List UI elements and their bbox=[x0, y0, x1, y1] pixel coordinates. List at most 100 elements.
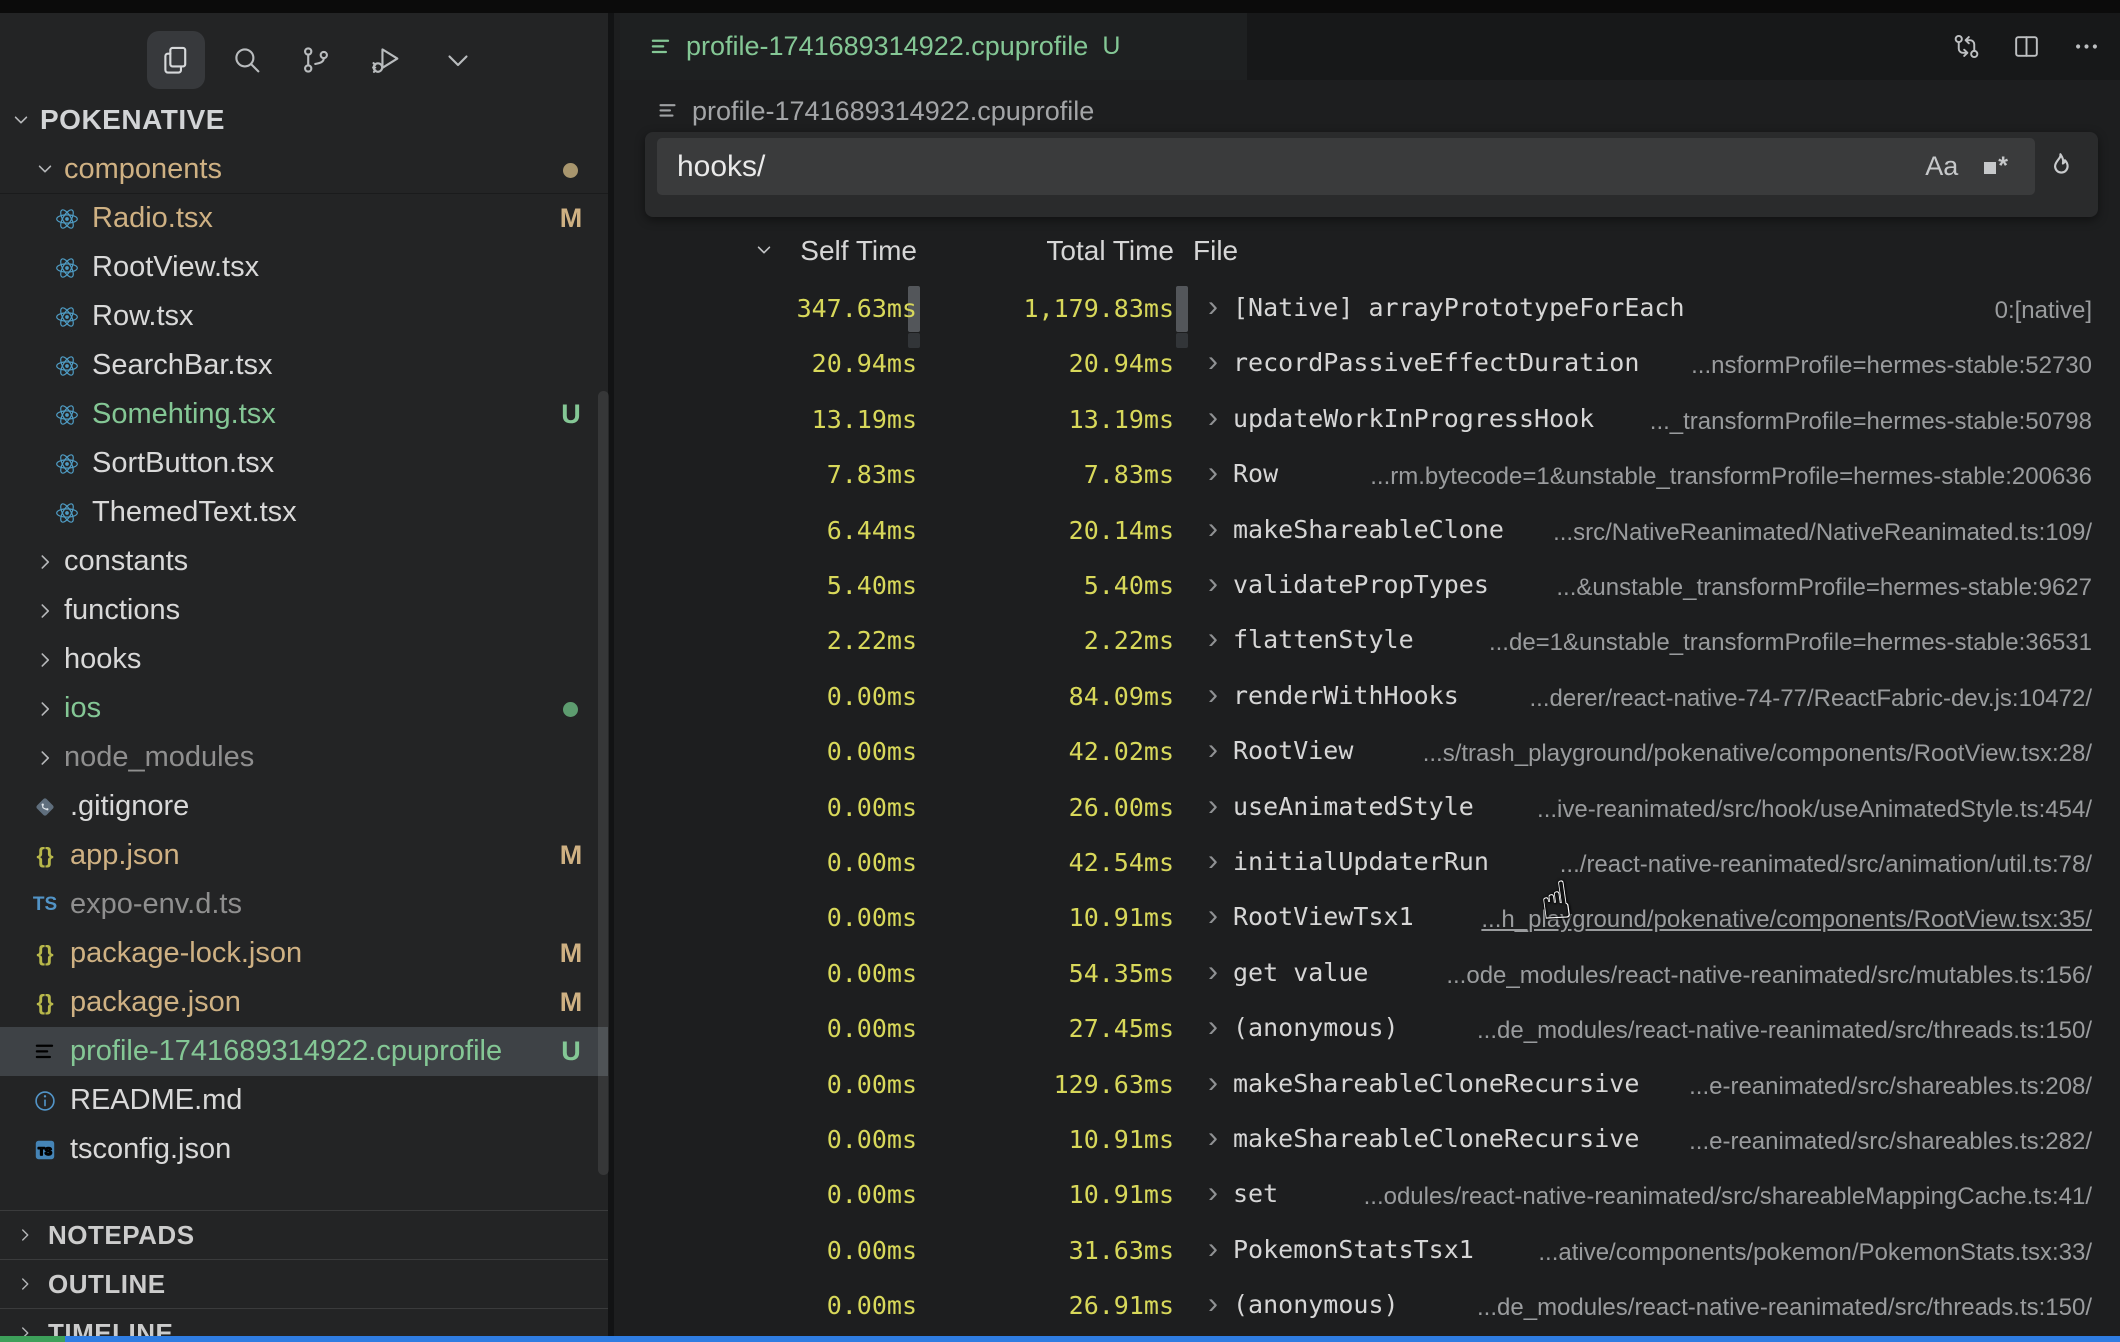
tree-item-sortbutton-tsx[interactable]: SortButton.tsx bbox=[0, 439, 608, 488]
file-location-link[interactable]: ...e-reanimated/src/shareables.ts:282/ bbox=[1689, 1128, 2092, 1156]
tree-item-readme-md[interactable]: README.md bbox=[0, 1076, 608, 1125]
expand-chevron-right-icon[interactable]: › bbox=[1208, 1176, 1218, 1210]
tree-item-functions[interactable]: functions bbox=[0, 586, 608, 635]
expand-chevron-right-icon[interactable]: › bbox=[1208, 401, 1218, 435]
expand-chevron-right-icon[interactable]: › bbox=[1208, 1010, 1218, 1044]
file-location-link[interactable]: ...derer/react-native-74-77/ReactFabric-… bbox=[1530, 685, 2093, 713]
profile-row[interactable]: 0.00ms42.02ms›RootView...s/trash_playgro… bbox=[620, 727, 2120, 783]
match-case-toggle[interactable]: Aa bbox=[1925, 151, 1958, 182]
file-location-link[interactable]: ...odules/react-native-reanimated/src/sh… bbox=[1364, 1183, 2092, 1211]
file-location-link[interactable]: ...s/trash_playground/pokenative/compone… bbox=[1423, 740, 2092, 768]
more-actions-button[interactable] bbox=[2060, 21, 2112, 73]
profile-row[interactable]: 7.83ms7.83ms›Row...rm.bytecode=1&unstabl… bbox=[620, 450, 2120, 506]
tree-item-expo-env-d-ts[interactable]: TSexpo-env.d.ts bbox=[0, 880, 608, 929]
activity-debug-button[interactable] bbox=[357, 31, 415, 89]
profile-row[interactable]: 5.40ms5.40ms›validatePropTypes...&unstab… bbox=[620, 561, 2120, 617]
profile-row[interactable]: 0.00ms27.45ms›(anonymous)...de_modules/r… bbox=[620, 1004, 2120, 1060]
tree-item-radio-tsx[interactable]: Radio.tsxM bbox=[0, 194, 608, 243]
regex-toggle[interactable]: * bbox=[1984, 152, 2009, 181]
tree-item-themedtext-tsx[interactable]: ThemedText.tsx bbox=[0, 488, 608, 537]
tree-item-ios[interactable]: ios bbox=[0, 684, 608, 733]
expand-chevron-right-icon[interactable]: › bbox=[1208, 456, 1218, 490]
profile-row[interactable]: 0.00ms54.35ms›get value...ode_modules/re… bbox=[620, 949, 2120, 1005]
column-header-file[interactable]: File bbox=[1193, 235, 1238, 267]
profile-row[interactable]: 0.00ms84.09ms›renderWithHooks...derer/re… bbox=[620, 672, 2120, 728]
file-location-link[interactable]: ..._transformProfile=hermes-stable:50798 bbox=[1650, 408, 2092, 436]
file-location-link[interactable]: 0:[native] bbox=[1995, 297, 2092, 325]
tree-item-package-lock-json[interactable]: {}package-lock.jsonM bbox=[0, 929, 608, 978]
tree-item-somehting-tsx[interactable]: Somehting.tsxU bbox=[0, 390, 608, 439]
tree-item-searchbar-tsx[interactable]: SearchBar.tsx bbox=[0, 341, 608, 390]
search-input[interactable]: hooks/ Aa * bbox=[657, 138, 2035, 195]
expand-chevron-right-icon[interactable]: › bbox=[1208, 789, 1218, 823]
tree-item--gitignore[interactable]: .gitignore bbox=[0, 782, 608, 831]
profile-row[interactable]: 6.44ms20.14ms›makeShareableClone...src/N… bbox=[620, 506, 2120, 562]
flame-graph-button[interactable] bbox=[2036, 142, 2084, 190]
expand-chevron-right-icon[interactable]: › bbox=[1208, 512, 1218, 546]
panel-header-outline[interactable]: OUTLINE bbox=[0, 1259, 608, 1308]
function-name: recordPassiveEffectDuration bbox=[1233, 348, 1639, 377]
column-header-total-time[interactable]: Total Time bbox=[920, 235, 1174, 267]
file-location-link[interactable]: .../react-native-reanimated/src/animatio… bbox=[1560, 851, 2092, 879]
expand-chevron-right-icon[interactable]: › bbox=[1208, 899, 1218, 933]
tree-item-constants[interactable]: constants bbox=[0, 537, 608, 586]
file-location-link[interactable]: ...de_modules/react-native-reanimated/sr… bbox=[1477, 1294, 2092, 1322]
file-location-link[interactable]: ...de_modules/react-native-reanimated/sr… bbox=[1477, 1017, 2092, 1045]
profile-row[interactable]: 0.00ms26.00ms›useAnimatedStyle...ive-rea… bbox=[620, 783, 2120, 839]
expand-chevron-right-icon[interactable]: › bbox=[1208, 567, 1218, 601]
activity-search-button[interactable] bbox=[218, 31, 276, 89]
profile-row[interactable]: 20.94ms20.94ms›recordPassiveEffectDurati… bbox=[620, 339, 2120, 395]
tree-item-hooks[interactable]: hooks bbox=[0, 635, 608, 684]
file-location-link[interactable]: ...de=1&unstable_transformProfile=hermes… bbox=[1489, 629, 2092, 657]
activity-chevron-down-button[interactable] bbox=[429, 31, 487, 89]
profile-row[interactable]: 2.22ms2.22ms›flattenStyle...de=1&unstabl… bbox=[620, 616, 2120, 672]
activity-source-control-button[interactable] bbox=[287, 31, 345, 89]
expand-chevron-right-icon[interactable]: › bbox=[1208, 733, 1218, 767]
expand-chevron-right-icon[interactable]: › bbox=[1208, 844, 1218, 878]
expand-chevron-right-icon[interactable]: › bbox=[1208, 955, 1218, 989]
tree-item-tsconfig-json[interactable]: TStsconfig.json bbox=[0, 1125, 608, 1174]
svg-text:TS: TS bbox=[38, 1145, 52, 1157]
tree-item-package-json[interactable]: {}package.jsonM bbox=[0, 978, 608, 1027]
file-location-link[interactable]: ...ode_modules/react-native-reanimated/s… bbox=[1446, 962, 2092, 990]
profile-row[interactable]: 13.19ms13.19ms›updateWorkInProgressHook.… bbox=[620, 395, 2120, 451]
expand-chevron-right-icon[interactable]: › bbox=[1208, 1121, 1218, 1155]
profile-row[interactable]: 0.00ms31.63ms›PokemonStatsTsx1...ative/c… bbox=[620, 1226, 2120, 1282]
profile-row[interactable]: 0.00ms10.91ms›makeShareableCloneRecursiv… bbox=[620, 1115, 2120, 1171]
file-location-link[interactable]: ...&unstable_transformProfile=hermes-sta… bbox=[1556, 574, 2092, 602]
file-location-link[interactable]: ...ative/components/pokemon/PokemonStats… bbox=[1538, 1239, 2092, 1267]
tree-item-row-tsx[interactable]: Row.tsx bbox=[0, 292, 608, 341]
expand-chevron-right-icon[interactable]: › bbox=[1208, 345, 1218, 379]
profile-row[interactable]: 347.63ms1,179.83ms›[Native] arrayPrototy… bbox=[620, 284, 2120, 340]
file-location-link[interactable]: ...e-reanimated/src/shareables.ts:208/ bbox=[1689, 1073, 2092, 1101]
tree-item-node-modules[interactable]: node_modules bbox=[0, 733, 608, 782]
sidebar-scrollbar[interactable] bbox=[598, 391, 609, 1175]
profile-row[interactable]: 0.00ms10.91ms›set...odules/react-native-… bbox=[620, 1170, 2120, 1226]
tree-item-components[interactable]: components bbox=[0, 145, 608, 194]
split-editor-button[interactable] bbox=[2000, 21, 2052, 73]
expand-chevron-right-icon[interactable]: › bbox=[1208, 1232, 1218, 1266]
expand-chevron-right-icon[interactable]: › bbox=[1208, 678, 1218, 712]
profile-row[interactable]: 0.00ms26.91ms›(anonymous)...de_modules/r… bbox=[620, 1281, 2120, 1337]
project-header[interactable]: POKENATIVE bbox=[0, 98, 608, 142]
file-location-link[interactable]: ...nsformProfile=hermes-stable:52730 bbox=[1691, 352, 2092, 380]
activity-files-button[interactable] bbox=[147, 31, 205, 89]
expand-chevron-right-icon[interactable]: › bbox=[1208, 1066, 1218, 1100]
file-location-link[interactable]: ...rm.bytecode=1&unstable_transformProfi… bbox=[1370, 463, 2092, 491]
tree-item-profile-1741689314922-cpuprofile[interactable]: profile-1741689314922.cpuprofileU bbox=[0, 1027, 608, 1076]
profile-row[interactable]: 0.00ms129.63ms›makeShareableCloneRecursi… bbox=[620, 1060, 2120, 1116]
profile-row[interactable]: 0.00ms10.91ms›RootViewTsx1...h_playgroun… bbox=[620, 893, 2120, 949]
panel-header-notepads[interactable]: NOTEPADS bbox=[0, 1210, 608, 1259]
column-header-self-time[interactable]: Self Time bbox=[620, 235, 917, 267]
profile-row[interactable]: 0.00ms42.54ms›initialUpdaterRun.../react… bbox=[620, 838, 2120, 894]
vscode-window: POKENATIVE componentsRadio.tsxMRootView.… bbox=[0, 0, 2120, 1342]
file-location-link[interactable]: ...src/NativeReanimated/NativeReanimated… bbox=[1553, 519, 2092, 547]
tab-cpuprofile[interactable]: profile-1741689314922.cpuprofile U bbox=[620, 13, 1247, 80]
expand-chevron-right-icon[interactable]: › bbox=[1208, 290, 1218, 324]
tree-item-app-json[interactable]: {}app.jsonM bbox=[0, 831, 608, 880]
file-location-link[interactable]: ...ive-reanimated/src/hook/useAnimatedSt… bbox=[1537, 796, 2092, 824]
expand-chevron-right-icon[interactable]: › bbox=[1208, 622, 1218, 656]
tree-item-rootview-tsx[interactable]: RootView.tsx bbox=[0, 243, 608, 292]
expand-chevron-right-icon[interactable]: › bbox=[1208, 1287, 1218, 1321]
compare-changes-button[interactable] bbox=[1940, 21, 1992, 73]
